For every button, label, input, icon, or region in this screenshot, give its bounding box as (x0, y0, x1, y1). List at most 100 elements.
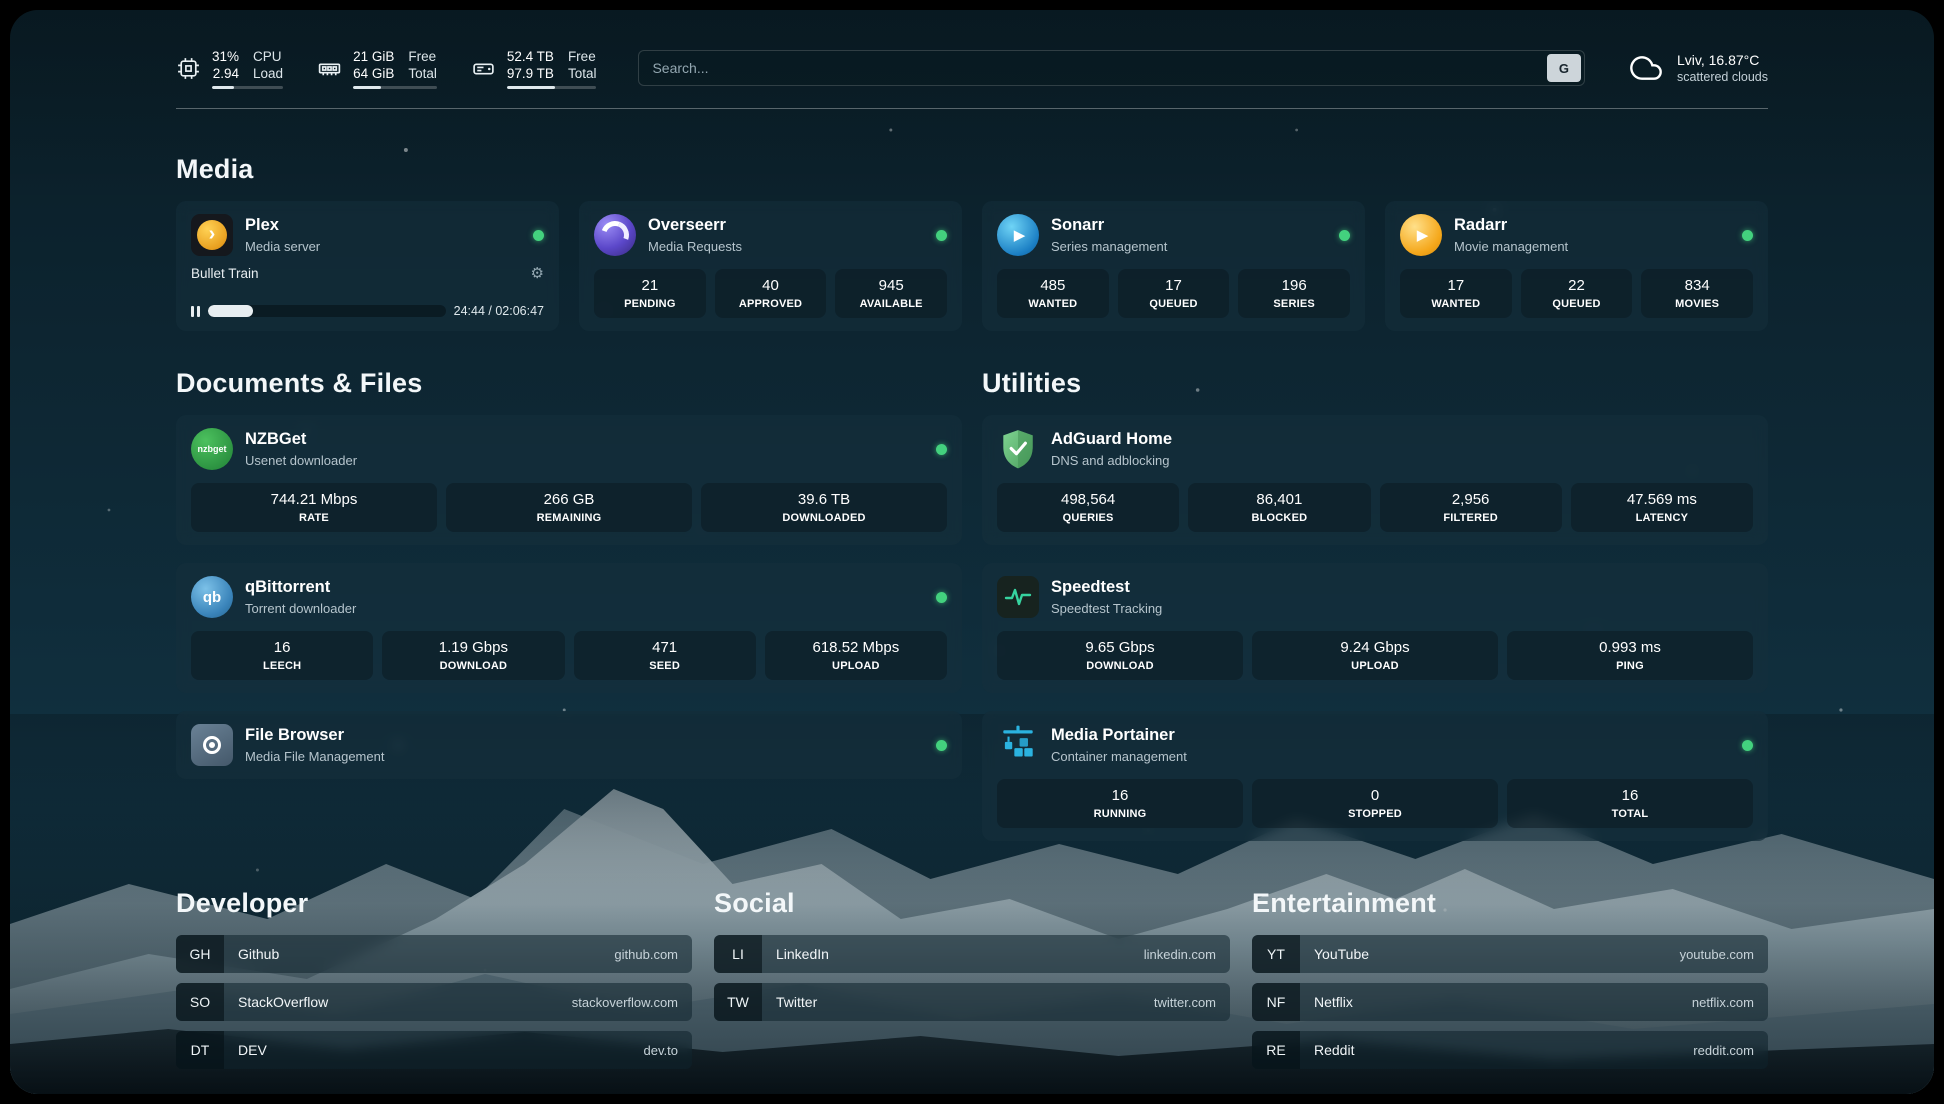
bookmark-url: netflix.com (1692, 995, 1754, 1010)
card-filebrowser[interactable]: File Browser Media File Management (176, 711, 962, 779)
stat-value: 86,401 (1192, 491, 1366, 509)
bookmark-name: DEV (238, 1042, 267, 1058)
stat-label: FILTERED (1384, 512, 1558, 524)
stat-box: 21 PENDING (594, 269, 706, 318)
disk-free-label: Free (568, 48, 597, 65)
bookmark-stackoverflow[interactable]: SO StackOverflow stackoverflow.com (176, 983, 692, 1021)
search-provider-button[interactable]: G (1547, 54, 1581, 82)
status-dot (533, 230, 544, 241)
bookmark-name: StackOverflow (238, 994, 328, 1010)
card-radarr[interactable]: ▶ Radarr Movie management 17 WANTED 22 (1385, 201, 1768, 331)
bookmark-group-social: Social LI LinkedIn linkedin.com TW Twitt… (714, 887, 1230, 1069)
stat-label: PING (1511, 660, 1749, 672)
bookmark-abbr: NF (1252, 983, 1300, 1021)
stat-label: UPLOAD (1256, 660, 1494, 672)
stat-label: UPLOAD (769, 660, 943, 672)
stat-label: RUNNING (1001, 808, 1239, 820)
bookmark-group-entertainment: Entertainment YT YouTube youtube.com NF … (1252, 887, 1768, 1069)
search-input[interactable] (642, 60, 1547, 76)
stat-label: STOPPED (1256, 808, 1494, 820)
cpu-icon (176, 56, 201, 81)
bookmark-abbr: GH (176, 935, 224, 973)
memory-free: 21 GiB (353, 48, 394, 65)
stat-value: 9.65 Gbps (1001, 639, 1239, 657)
stat-box: 2,956 FILTERED (1380, 483, 1562, 532)
card-sonarr[interactable]: ▶ Sonarr Series management 485 WANTED 17 (982, 201, 1365, 331)
playback-progress-bar[interactable] (208, 305, 446, 317)
stat-box: 16 RUNNING (997, 779, 1243, 828)
overseerr-icon (594, 214, 636, 256)
service-subtitle: Torrent downloader (245, 601, 356, 616)
memory-free-label: Free (408, 48, 437, 65)
card-nzbget[interactable]: nzbget NZBGet Usenet downloader 744.21 M… (176, 415, 962, 545)
stat-value: 17 (1404, 277, 1508, 295)
stat-value: 16 (1511, 787, 1749, 805)
sonarr-icon: ▶ (997, 214, 1039, 256)
bookmark-name: LinkedIn (776, 946, 829, 962)
card-plex[interactable]: › Plex Media server Bullet Train ⚙ 24:44… (176, 201, 559, 331)
bookmark-twitter[interactable]: TW Twitter twitter.com (714, 983, 1230, 1021)
stat-value: 16 (195, 639, 369, 657)
stat-box: 945 AVAILABLE (835, 269, 947, 318)
bookmark-netflix[interactable]: NF Netflix netflix.com (1252, 983, 1768, 1021)
card-overseerr[interactable]: Overseerr Media Requests 21 PENDING 40 A… (579, 201, 962, 331)
bookmark-name: YouTube (1314, 946, 1369, 962)
qbittorrent-icon: qb (191, 576, 233, 618)
stat-box: 0 STOPPED (1252, 779, 1498, 828)
disk-meter (507, 86, 597, 89)
service-title: Speedtest (1051, 578, 1162, 598)
stat-box: 17 QUEUED (1118, 269, 1230, 318)
cpu-percent: 31% (212, 48, 239, 65)
stat-value: 17 (1122, 277, 1226, 295)
memory-meter (353, 86, 437, 89)
stat-box: 39.6 TB DOWNLOADED (701, 483, 947, 532)
bookmark-linkedin[interactable]: LI LinkedIn linkedin.com (714, 935, 1230, 973)
stat-value: 40 (719, 277, 823, 295)
stat-label: LEECH (195, 660, 369, 672)
memory-total-label: Total (408, 65, 437, 82)
bookmark-youtube[interactable]: YT YouTube youtube.com (1252, 935, 1768, 973)
card-qbittorrent[interactable]: qb qBittorrent Torrent downloader 16 (176, 563, 962, 693)
stat-label: LATENCY (1575, 512, 1749, 524)
media-grid: › Plex Media server Bullet Train ⚙ 24:44… (176, 201, 1768, 331)
playback-time: 24:44 / 02:06:47 (454, 304, 544, 318)
pause-icon[interactable] (191, 306, 200, 317)
adguard-icon (997, 428, 1039, 470)
section-title-documents: Documents & Files (176, 367, 962, 399)
now-playing-title: Bullet Train (191, 266, 259, 281)
service-subtitle: Media File Management (245, 749, 384, 764)
bookmark-github[interactable]: GH Github github.com (176, 935, 692, 973)
stat-value: 744.21 Mbps (195, 491, 433, 509)
stat-value: 196 (1242, 277, 1346, 295)
disk-free: 52.4 TB (507, 48, 554, 65)
weather-location: Lviv, 16.87°C (1677, 52, 1768, 68)
stat-label: QUEUED (1122, 298, 1226, 310)
bookmark-name: Netflix (1314, 994, 1353, 1010)
card-portainer[interactable]: Media Portainer Container management 16 … (982, 711, 1768, 841)
bookmarks-section: Developer GH Github github.com SO StackO… (176, 887, 1768, 1069)
radarr-icon: ▶ (1400, 214, 1442, 256)
status-dot (936, 592, 947, 603)
bookmark-abbr: SO (176, 983, 224, 1021)
stat-label: SERIES (1242, 298, 1346, 310)
cpu-label: CPU (253, 48, 283, 65)
card-adguard[interactable]: AdGuard Home DNS and adblocking 498,564 … (982, 415, 1768, 545)
card-speedtest[interactable]: Speedtest Speedtest Tracking 9.65 Gbps D… (982, 563, 1768, 693)
stat-box: 17 WANTED (1400, 269, 1512, 318)
bookmark-abbr: YT (1252, 935, 1300, 973)
stat-label: SEED (578, 660, 752, 672)
stat-value: 21 (598, 277, 702, 295)
gear-icon[interactable]: ⚙ (531, 266, 544, 281)
search-bar: G (638, 50, 1585, 86)
stat-label: REMAINING (450, 512, 688, 524)
service-subtitle: Speedtest Tracking (1051, 601, 1162, 616)
bookmark-dev[interactable]: DT DEV dev.to (176, 1031, 692, 1069)
section-title-media: Media (176, 153, 1768, 185)
disk-total-label: Total (568, 65, 597, 82)
bookmark-reddit[interactable]: RE Reddit reddit.com (1252, 1031, 1768, 1069)
stat-value: 47.569 ms (1575, 491, 1749, 509)
service-title: qBittorrent (245, 578, 356, 598)
stat-box: 744.21 Mbps RATE (191, 483, 437, 532)
stat-box: 16 LEECH (191, 631, 373, 680)
service-title: AdGuard Home (1051, 430, 1172, 450)
